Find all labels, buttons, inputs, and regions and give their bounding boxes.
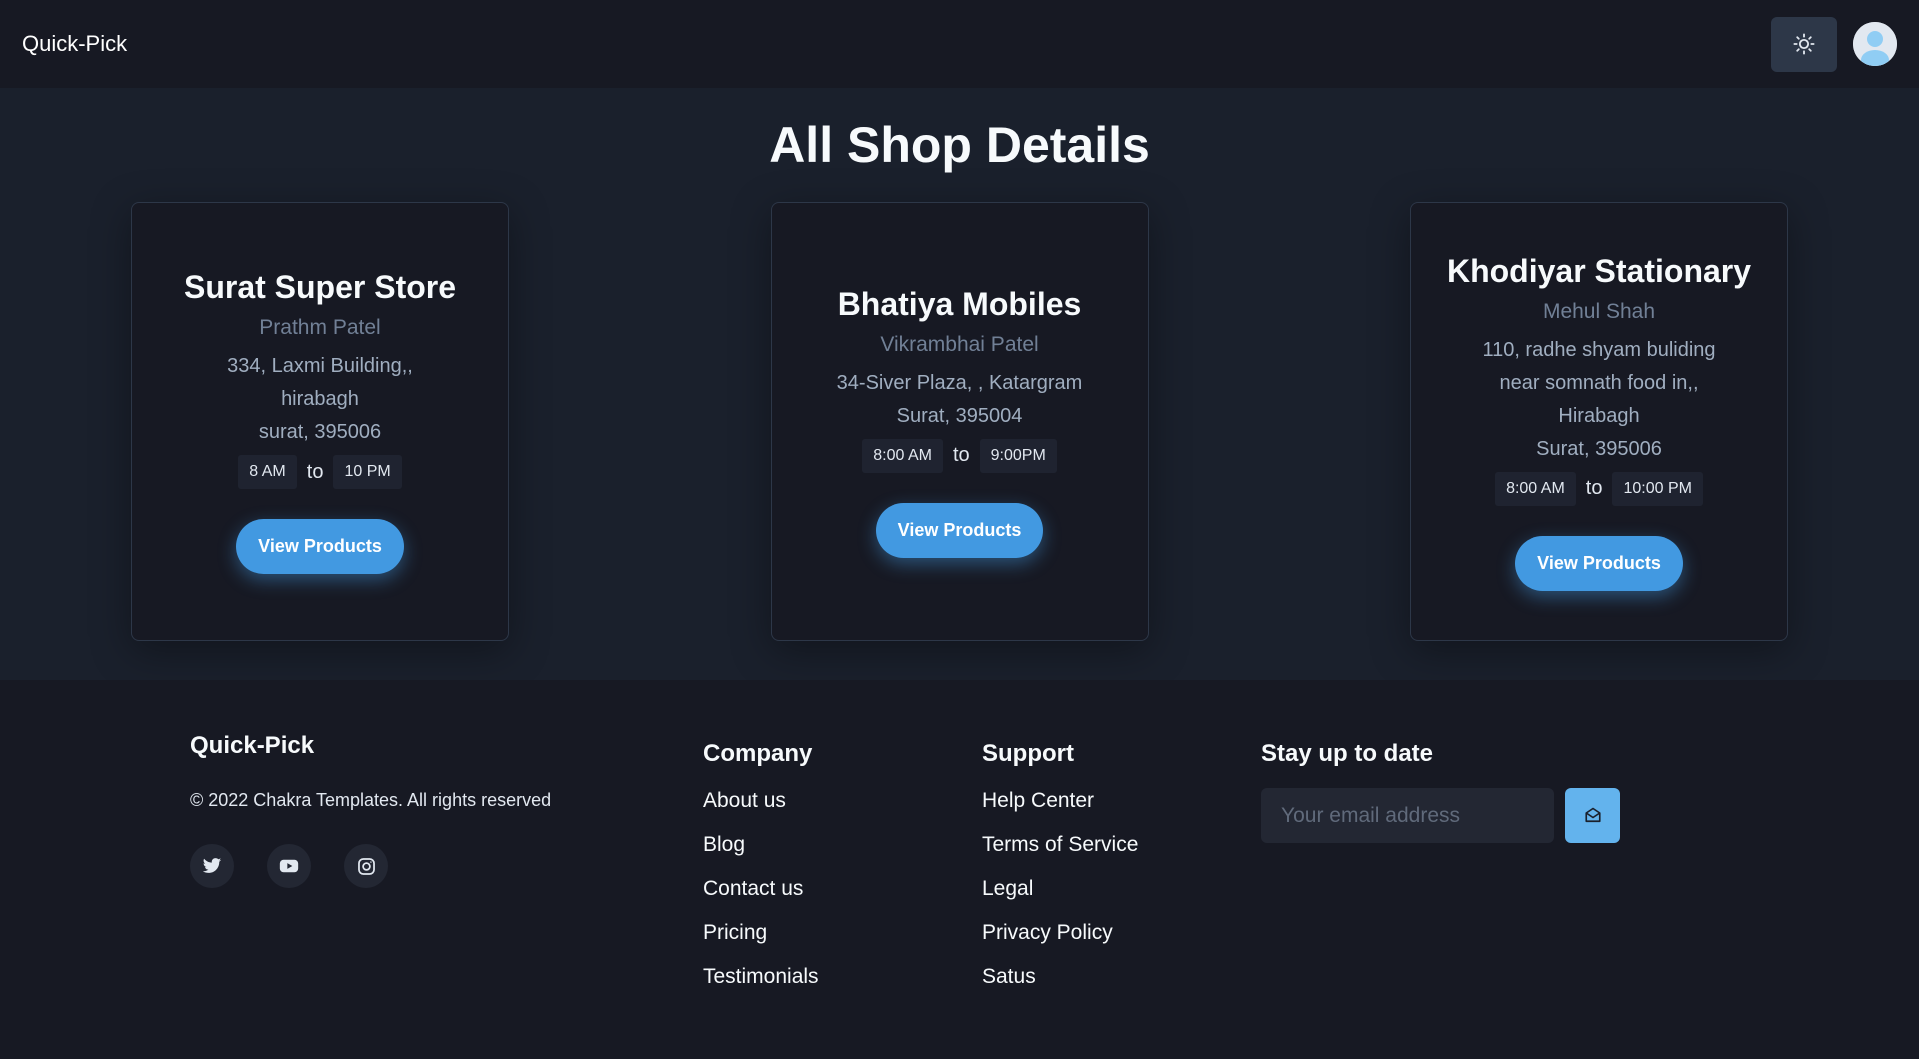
user-avatar-icon xyxy=(1853,22,1897,66)
close-time-badge: 10:00 PM xyxy=(1612,471,1703,506)
footer-link-terms-of-service[interactable]: Terms of Service xyxy=(982,832,1138,858)
open-time-badge: 8 AM xyxy=(238,455,297,489)
open-time-badge: 8:00 AM xyxy=(862,438,943,473)
theme-toggle-button[interactable] xyxy=(1771,16,1837,72)
footer-company-column: Company About us Blog Contact us Pricing… xyxy=(703,736,819,1008)
shop-cards: Surat Super Store Prathm Patel 334, Laxm… xyxy=(0,202,1919,641)
footer-link-pricing[interactable]: Pricing xyxy=(703,920,819,946)
shop-address: 34-Siver Plaza, , Katargram Surat, 39500… xyxy=(837,367,1083,433)
footer-link-legal[interactable]: Legal xyxy=(982,876,1138,902)
instagram-link[interactable] xyxy=(344,844,388,888)
footer-link-status[interactable]: Satus xyxy=(982,964,1138,990)
address-line: 334, Laxmi Building,, xyxy=(227,355,413,377)
footer-link-blog[interactable]: Blog xyxy=(703,832,819,858)
hours-separator: to xyxy=(306,460,324,483)
shop-card: Surat Super Store Prathm Patel 334, Laxm… xyxy=(131,202,509,641)
newsletter-heading: Stay up to date xyxy=(1261,740,1434,767)
close-time-badge: 9:00PM xyxy=(979,438,1057,473)
close-time-badge: 10 PM xyxy=(333,455,402,489)
sun-icon xyxy=(1793,33,1815,55)
address-line: 110, radhe shyam buliding xyxy=(1482,338,1716,361)
address-line: Surat, 395004 xyxy=(896,404,1023,427)
hours-separator: to xyxy=(1585,477,1603,499)
footer-brand-column: Quick-Pick © 2022 Chakra Templates. All … xyxy=(190,732,551,888)
shop-owner: Prathm Patel xyxy=(259,316,381,339)
address-line: 34-Siver Plaza, , Katargram xyxy=(836,371,1083,394)
shop-address: 110, radhe shyam buliding near somnath f… xyxy=(1482,334,1715,466)
shop-owner: Vikrambhai Patel xyxy=(880,332,1039,356)
shop-hours: 8:00 AM to 9:00PM xyxy=(862,438,1057,473)
view-products-button[interactable]: View Products xyxy=(875,502,1044,558)
social-links xyxy=(190,844,551,888)
footer-brand: Quick-Pick xyxy=(190,732,315,759)
open-time-badge: 8:00 AM xyxy=(1495,471,1576,506)
footer-support-column: Support Help Center Terms of Service Leg… xyxy=(982,736,1138,1008)
shop-card: Khodiyar Stationary Mehul Shah 110, radh… xyxy=(1410,202,1788,641)
view-products-button[interactable]: View Products xyxy=(236,519,404,574)
footer: Quick-Pick © 2022 Chakra Templates. All … xyxy=(0,680,1919,1059)
youtube-icon xyxy=(279,859,299,873)
support-heading: Support xyxy=(982,740,1074,767)
twitter-link[interactable] xyxy=(190,844,234,888)
company-heading: Company xyxy=(703,740,813,767)
youtube-link[interactable] xyxy=(267,844,311,888)
shop-card: Bhatiya Mobiles Vikrambhai Patel 34-Sive… xyxy=(770,202,1149,641)
footer-link-about-us[interactable]: About us xyxy=(703,788,819,814)
shop-name: Bhatiya Mobiles xyxy=(837,285,1082,322)
page-title: All Shop Details xyxy=(769,117,1150,173)
main-content: All Shop Details Surat Super Store Prath… xyxy=(0,88,1919,680)
footer-link-privacy-policy[interactable]: Privacy Policy xyxy=(982,920,1138,946)
shop-hours: 8:00 AM to 10:00 PM xyxy=(1495,471,1703,506)
user-avatar[interactable] xyxy=(1853,22,1897,66)
shop-name: Surat Super Store xyxy=(183,269,457,305)
shop-address: 334, Laxmi Building,, hirabagh surat, 39… xyxy=(227,350,413,449)
shop-hours: 8 AM to 10 PM xyxy=(238,455,402,489)
instagram-icon xyxy=(357,857,375,875)
hours-separator: to xyxy=(952,444,970,466)
footer-link-testimonials[interactable]: Testimonials xyxy=(703,964,819,990)
email-input[interactable] xyxy=(1261,788,1554,843)
view-products-button[interactable]: View Products xyxy=(1515,535,1683,591)
newsletter-form xyxy=(1261,788,1620,843)
footer-link-help-center[interactable]: Help Center xyxy=(982,788,1138,814)
shop-name: Khodiyar Stationary xyxy=(1446,252,1752,289)
brand-logo[interactable]: Quick-Pick xyxy=(22,31,127,57)
nav-actions xyxy=(1771,16,1897,72)
copyright-text: © 2022 Chakra Templates. All rights rese… xyxy=(190,790,552,810)
subscribe-button[interactable] xyxy=(1565,788,1620,843)
address-line: Surat, 395006 xyxy=(1536,437,1662,460)
address-line: hirabagh xyxy=(281,388,359,410)
address-line: surat, 395006 xyxy=(258,421,382,443)
navbar: Quick-Pick xyxy=(0,0,1919,88)
shop-owner: Mehul Shah xyxy=(1542,299,1656,323)
send-mail-icon xyxy=(1584,807,1601,822)
twitter-icon xyxy=(202,858,222,873)
footer-newsletter-column: Stay up to date xyxy=(1261,736,1620,843)
address-line: Hirabagh xyxy=(1558,404,1640,427)
footer-link-contact-us[interactable]: Contact us xyxy=(703,876,819,902)
address-line: near somnath food in,, xyxy=(1499,371,1699,394)
